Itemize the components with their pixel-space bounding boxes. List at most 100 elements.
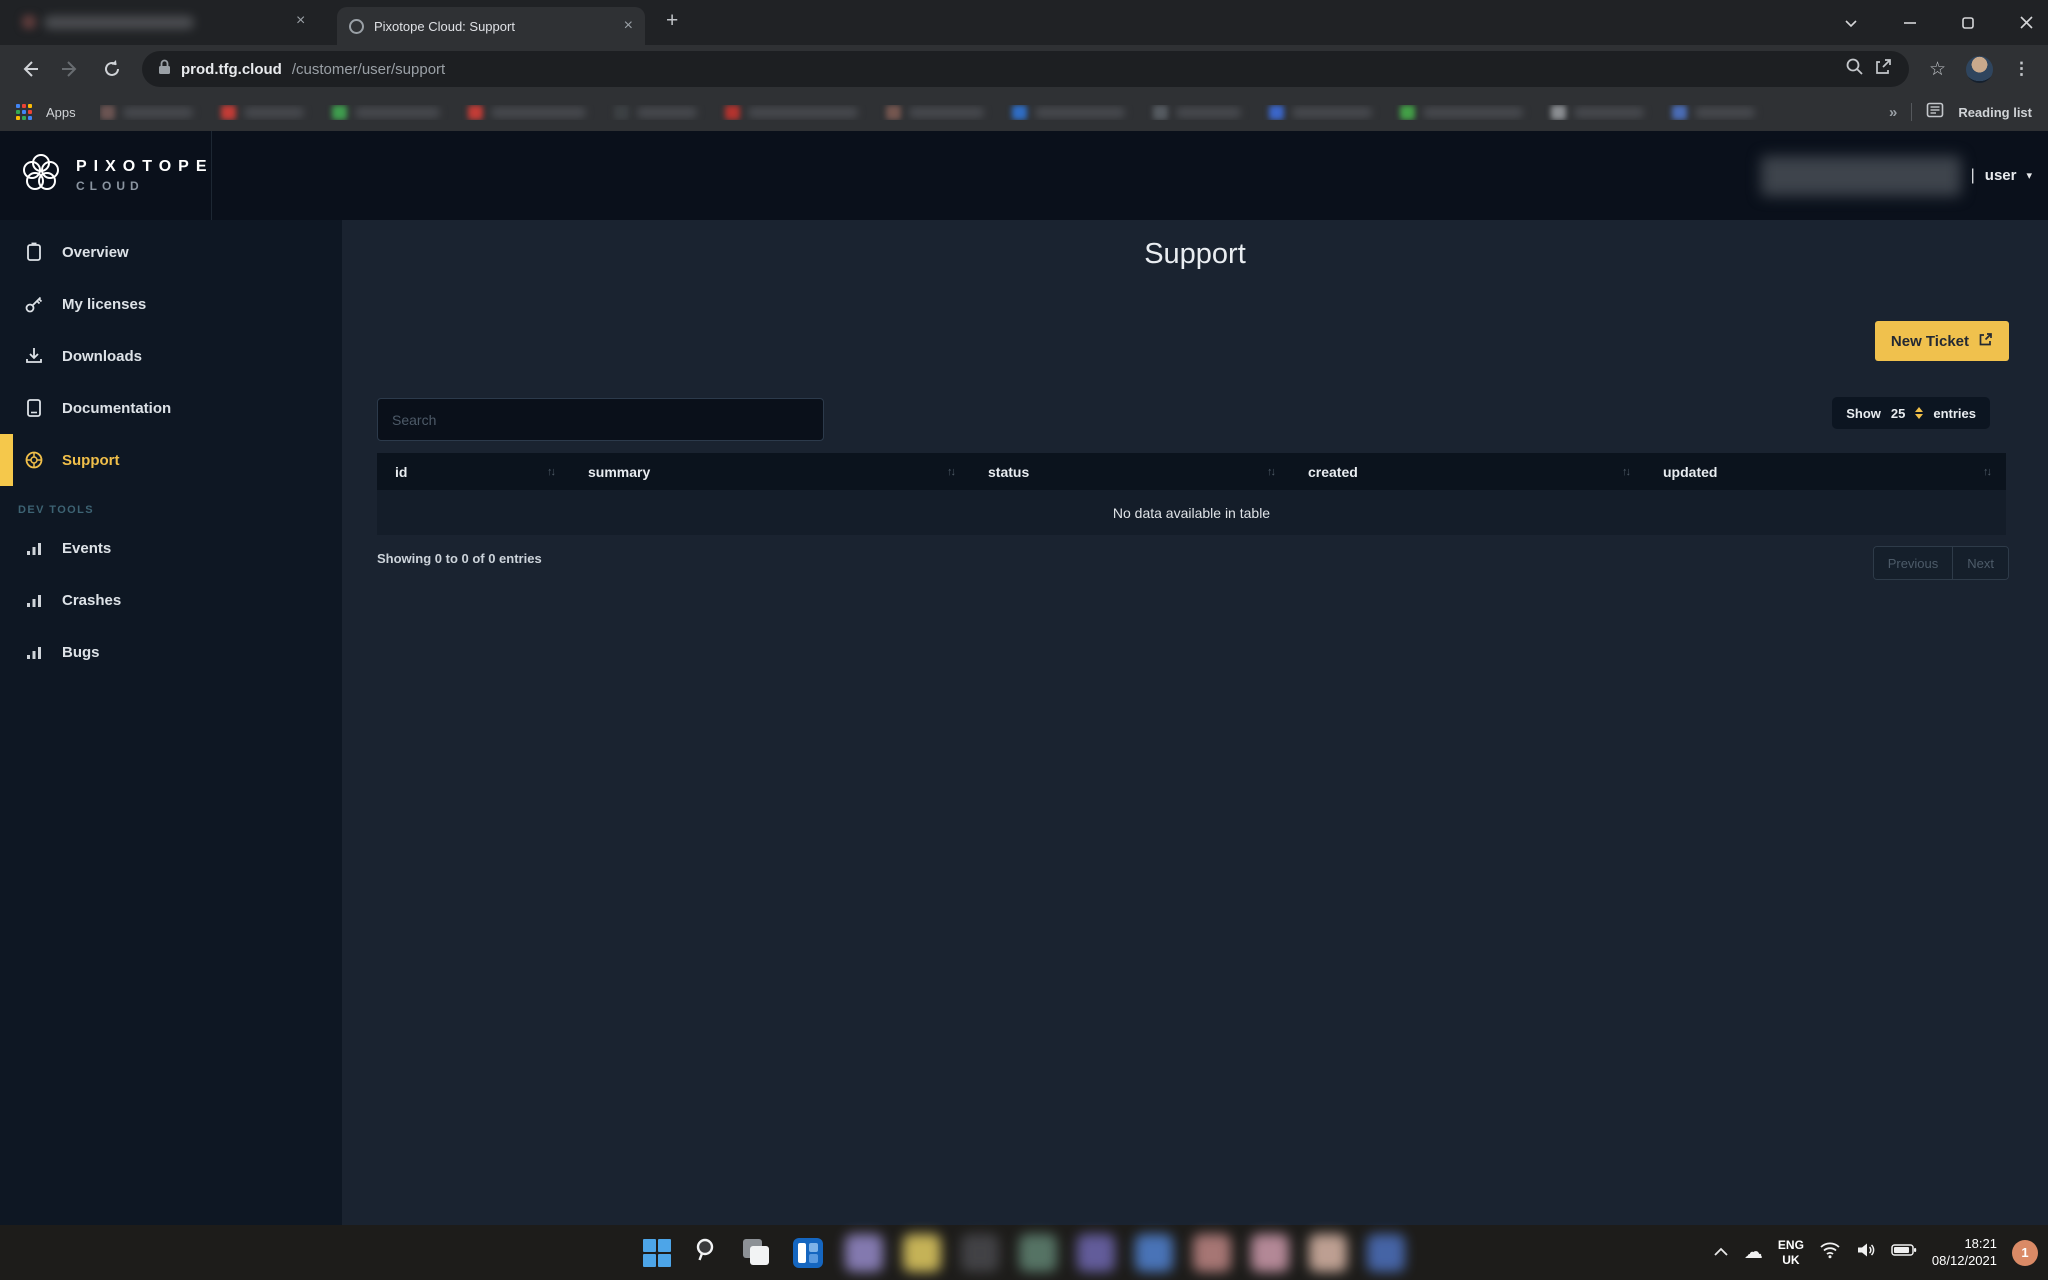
clock[interactable]: 18:21 08/12/2021	[1932, 1236, 1997, 1270]
taskbar-app-icon[interactable]	[903, 1234, 941, 1272]
close-tab-icon[interactable]: ×	[296, 13, 305, 29]
bookmark-favicon	[1672, 105, 1687, 120]
apps-label[interactable]: Apps	[46, 105, 76, 120]
bookmarks-bar: Apps » Reading list	[0, 93, 2048, 131]
task-view-icon[interactable]	[743, 1239, 771, 1267]
bookmark-item[interactable]	[1012, 105, 1125, 120]
wifi-icon[interactable]	[1819, 1241, 1841, 1264]
tab-inactive[interactable]: ×	[0, 0, 320, 45]
sidebar-item-crashes[interactable]: Crashes	[0, 574, 342, 626]
page-size-select[interactable]: Show 25 entries	[1832, 397, 1990, 429]
bookmark-item[interactable]	[332, 105, 440, 120]
back-icon[interactable]	[18, 58, 40, 80]
pixotope-logo[interactable]: PIXOTOPE CLOUD	[0, 131, 212, 220]
bookmark-item[interactable]	[1153, 105, 1241, 120]
bookmark-item[interactable]	[100, 105, 193, 120]
profile-avatar[interactable]	[1966, 56, 1993, 83]
sidebar-item-bugs[interactable]: Bugs	[0, 626, 342, 678]
bookmark-item[interactable]	[614, 105, 697, 120]
sort-icon[interactable]: ↑↓	[1983, 466, 1990, 478]
column-header-summary[interactable]: summary ↑↓	[570, 464, 970, 480]
reading-list-icon[interactable]	[1926, 101, 1944, 124]
share-icon[interactable]	[1874, 57, 1893, 81]
next-button[interactable]: Next	[1952, 547, 2008, 579]
taskbar-app-icon[interactable]	[961, 1234, 999, 1272]
taskbar-app-icon[interactable]	[1135, 1234, 1173, 1272]
chevron-down-icon[interactable]: ▾	[2026, 169, 2032, 182]
sidebar-item-downloads[interactable]: Downloads	[0, 330, 342, 382]
sort-icon[interactable]: ↑↓	[547, 466, 554, 478]
system-tray: ☁ ENG UK 18:21 08/12/2021 1	[1713, 1225, 2038, 1280]
bookmark-item[interactable]	[1672, 105, 1755, 120]
forward-icon[interactable]	[60, 58, 82, 80]
bookmarks-overflow-icon[interactable]: »	[1889, 104, 1897, 121]
bookmark-item[interactable]	[886, 105, 984, 120]
new-ticket-button[interactable]: New Ticket	[1875, 321, 2009, 361]
notification-badge[interactable]: 1	[2012, 1240, 2038, 1266]
brand-name: PIXOTOPE	[76, 158, 214, 176]
address-bar[interactable]: prod.tfg.cloud/customer/user/support	[142, 51, 1909, 87]
bookmark-item[interactable]	[725, 105, 858, 120]
taskbar-app-icon[interactable]	[845, 1234, 883, 1272]
language-indicator[interactable]: ENG UK	[1778, 1238, 1804, 1268]
column-header-id[interactable]: id ↑↓	[377, 464, 570, 480]
column-header-created[interactable]: created ↑↓	[1290, 464, 1645, 480]
search-input[interactable]	[377, 398, 824, 441]
bookmark-favicon	[1551, 105, 1566, 120]
windows-start-icon[interactable]	[643, 1239, 671, 1267]
sidebar-item-my-licenses[interactable]: My licenses	[0, 278, 342, 330]
bar-chart-icon	[24, 591, 44, 609]
column-header-status[interactable]: status ↑↓	[970, 464, 1290, 480]
reading-list-label[interactable]: Reading list	[1958, 105, 2032, 120]
zoom-search-icon[interactable]	[1845, 57, 1864, 81]
column-label: summary	[588, 464, 650, 480]
sort-icon[interactable]: ↑↓	[1267, 466, 1274, 478]
close-tab-icon[interactable]: ×	[624, 18, 633, 34]
bookmark-star-icon[interactable]: ☆	[1929, 58, 1946, 81]
sidebar-item-label: Support	[62, 452, 120, 469]
bookmark-item[interactable]	[221, 105, 304, 120]
sidebar-item-label: Overview	[62, 244, 129, 261]
taskbar-app-icon[interactable]	[1251, 1234, 1289, 1272]
onedrive-cloud-icon[interactable]: ☁	[1744, 1241, 1763, 1264]
refresh-icon[interactable]	[102, 59, 122, 79]
sort-icon[interactable]: ↑↓	[1622, 466, 1629, 478]
taskbar-app-icon[interactable]	[1309, 1234, 1347, 1272]
browser-menu-icon[interactable]: ⋮	[2013, 59, 2030, 79]
volume-icon[interactable]	[1856, 1241, 1876, 1264]
tray-chevron-up-icon[interactable]	[1713, 1244, 1729, 1262]
tray-time: 18:21	[1932, 1236, 1997, 1253]
close-window-icon[interactable]	[2019, 15, 2034, 30]
sidebar-item-label: Bugs	[62, 644, 100, 661]
sidebar-item-events[interactable]: Events	[0, 522, 342, 574]
user-menu[interactable]: user	[1985, 167, 2017, 184]
tab-search-chevron-icon[interactable]	[1843, 15, 1859, 31]
maximize-icon[interactable]	[1961, 16, 1975, 30]
taskbar-app-icon[interactable]	[1193, 1234, 1231, 1272]
battery-icon[interactable]	[1891, 1242, 1917, 1263]
bookmark-favicon	[100, 105, 115, 120]
taskbar-search-icon[interactable]	[693, 1236, 721, 1269]
taskbar-pinned-app-icon[interactable]	[793, 1238, 823, 1268]
sidebar-section-dev-tools: DEV TOOLS	[18, 504, 342, 516]
sidebar-item-label: My licenses	[62, 296, 146, 313]
column-header-updated[interactable]: updated ↑↓	[1645, 464, 2006, 480]
new-tab-button[interactable]: +	[666, 9, 678, 33]
apps-grid-icon[interactable]	[16, 104, 32, 120]
sidebar-item-overview[interactable]: Overview	[0, 226, 342, 278]
sort-icon[interactable]: ↑↓	[947, 466, 954, 478]
table-info-text: Showing 0 to 0 of 0 entries	[377, 551, 542, 566]
tab-active[interactable]: Pixotope Cloud: Support ×	[337, 7, 645, 45]
taskbar-app-icon[interactable]	[1019, 1234, 1057, 1272]
bookmark-favicon	[1400, 105, 1415, 120]
previous-button[interactable]: Previous	[1874, 547, 1953, 579]
bookmark-item[interactable]	[1269, 105, 1372, 120]
sidebar-item-documentation[interactable]: Documentation	[0, 382, 342, 434]
taskbar-app-icon[interactable]	[1077, 1234, 1115, 1272]
bookmark-item[interactable]	[468, 105, 586, 120]
bookmark-item[interactable]	[1551, 105, 1644, 120]
sidebar-item-support[interactable]: Support	[0, 434, 342, 486]
taskbar-app-icon[interactable]	[1367, 1234, 1405, 1272]
bookmark-item[interactable]	[1400, 105, 1523, 120]
minimize-icon[interactable]	[1903, 16, 1917, 30]
